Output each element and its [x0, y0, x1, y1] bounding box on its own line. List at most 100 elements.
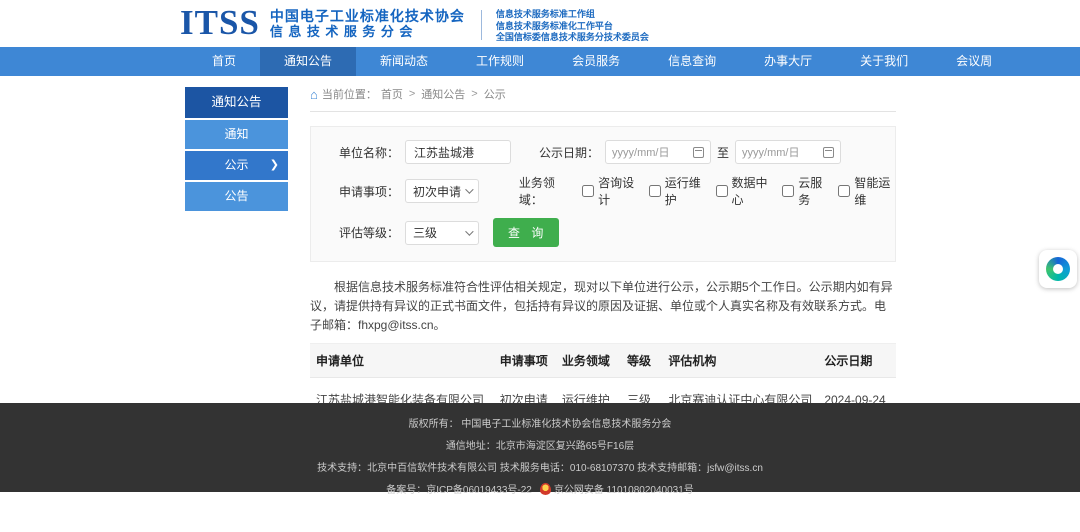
breadcrumb-notices[interactable]: 通知公告: [421, 86, 465, 102]
sidebar-item-publicity-label: 公示: [224, 158, 248, 172]
home-icon: ⌂: [310, 89, 318, 100]
breadcrumb-separator: >: [409, 88, 415, 100]
search-form: 单位名称： 江苏盐城港 公示日期： yyyy/mm/日 至 yyyy/mm/日: [310, 126, 896, 262]
chevron-down-icon: [465, 185, 473, 193]
header-subtitle-1: 信息技术服务标准工作组: [496, 9, 649, 21]
form-row-2: 申请事项： 初次申请 业务领域： 咨询设计 运行维护 数据中心 云服务 智能运维: [339, 174, 895, 208]
footer-support: 技术支持：北京中百信软件技术有限公司 技术服务电话：010-68107370 技…: [0, 458, 1080, 480]
col-header-assessor: 评估机构: [662, 344, 818, 378]
sidebar-item-announcement[interactable]: 公告: [185, 182, 288, 211]
date-end-placeholder: yyyy/mm/日: [742, 144, 799, 160]
date-start-placeholder: yyyy/mm/日: [612, 144, 669, 160]
apply-type-select[interactable]: 初次申请: [405, 179, 479, 203]
breadcrumb-divider: [310, 111, 896, 112]
header-subtitle-3: 全国信标委信息技术服务分技术委员会: [496, 32, 649, 44]
date-range-group: 公示日期： yyyy/mm/日 至 yyyy/mm/日: [539, 140, 841, 164]
unit-name-input[interactable]: 江苏盐城港: [405, 140, 511, 164]
date-end-input[interactable]: yyyy/mm/日: [735, 140, 841, 164]
checkbox-icon[interactable]: [649, 185, 661, 197]
business-domain-group: 业务领域： 咨询设计 运行维护 数据中心 云服务 智能运维: [519, 174, 895, 208]
checkbox-icon[interactable]: [582, 185, 594, 197]
business-domain-label: 业务领域：: [519, 174, 572, 208]
col-header-domain: 业务领域: [556, 344, 621, 378]
checkbox-intelligent-operation[interactable]: 智能运维: [838, 174, 895, 208]
chevron-down-icon: [465, 227, 473, 235]
col-header-date: 公示日期: [818, 344, 896, 378]
breadcrumb-separator: >: [471, 88, 477, 100]
chevron-right-icon: ❯: [270, 151, 279, 180]
checkbox-consulting-design[interactable]: 咨询设计: [582, 174, 639, 208]
brand: ITSS 中国电子工业标准化技术协会 信息技术服务分会 信息技术服务标准工作组 …: [180, 3, 649, 44]
publicity-notice-text: 根据信息技术服务标准符合性评估相关规定，现对以下单位进行公示，公示期5个工作日。…: [310, 278, 896, 335]
calendar-icon[interactable]: [693, 147, 704, 158]
apply-type-value: 初次申请: [413, 183, 461, 200]
checkbox-label: 运行维护: [665, 174, 706, 208]
nav-item-news[interactable]: 新闻动态: [356, 47, 452, 76]
checkbox-icon[interactable]: [782, 185, 794, 197]
breadcrumb: ⌂ 当前位置： 首页 > 通知公告 > 公示: [310, 86, 896, 102]
nav-item-notices[interactable]: 通知公告: [260, 47, 356, 76]
itss-logo: ITSS: [180, 3, 260, 43]
breadcrumb-home[interactable]: 首页: [381, 86, 403, 102]
sidebar-header-notices: 通知公告: [185, 87, 288, 118]
apply-type-group: 申请事项： 初次申请: [339, 179, 519, 203]
nav-item-info-query[interactable]: 信息查询: [644, 47, 740, 76]
unit-name-label: 单位名称：: [339, 144, 399, 161]
site-footer: 版权所有： 中国电子工业标准化技术协会信息技术服务分会 通信地址：北京市海淀区复…: [0, 403, 1080, 492]
checkbox-label: 咨询设计: [598, 174, 639, 208]
col-header-applicant: 申请单位: [310, 344, 494, 378]
site-header: ITSS 中国电子工业标准化技术协会 信息技术服务分会 信息技术服务标准工作组 …: [0, 0, 1080, 47]
level-select[interactable]: 三级: [405, 221, 479, 245]
breadcrumb-publicity[interactable]: 公示: [484, 86, 506, 102]
police-badge-icon: [540, 483, 551, 495]
footer-record: 备案号：京ICP备06019433号-22 京公网安备 1101080204003…: [0, 480, 1080, 502]
org-name-line2: 信息技术服务分会: [270, 24, 465, 40]
level-value: 三级: [413, 224, 437, 241]
header-divider: [481, 10, 482, 40]
sidebar: 通知公告 通知 公示 ❯ 公告: [185, 87, 288, 211]
date-start-input[interactable]: yyyy/mm/日: [605, 140, 711, 164]
footer-copyright: 版权所有： 中国电子工业标准化技术协会信息技术服务分会: [0, 414, 1080, 436]
calendar-icon[interactable]: [823, 147, 834, 158]
level-group: 评估等级： 三级 查 询: [339, 218, 559, 247]
nav-item-home[interactable]: 首页: [188, 47, 260, 76]
col-header-apply-type: 申请事项: [494, 344, 556, 378]
form-row-3: 评估等级： 三级 查 询: [339, 218, 895, 247]
checkbox-label: 智能运维: [854, 174, 895, 208]
checkbox-operation-maintenance[interactable]: 运行维护: [649, 174, 706, 208]
swirl-logo-icon: [1046, 257, 1070, 281]
col-header-level: 等级: [621, 344, 662, 378]
checkbox-icon[interactable]: [838, 185, 850, 197]
unit-name-group: 单位名称： 江苏盐城港: [339, 140, 539, 164]
search-button[interactable]: 查 询: [493, 218, 559, 247]
date-label: 公示日期：: [539, 144, 599, 161]
sidebar-item-publicity[interactable]: 公示 ❯: [185, 151, 288, 180]
level-label: 评估等级：: [339, 224, 399, 241]
sidebar-item-notice[interactable]: 通知: [185, 120, 288, 149]
checkbox-label: 云服务: [798, 174, 828, 208]
footer-police[interactable]: 京公网安备 11010802040031号: [554, 485, 694, 496]
checkbox-cloud-service[interactable]: 云服务: [782, 174, 828, 208]
form-row-1: 单位名称： 江苏盐城港 公示日期： yyyy/mm/日 至 yyyy/mm/日: [339, 140, 895, 164]
org-name: 中国电子工业标准化技术协会 信息技术服务分会: [270, 3, 465, 40]
checkbox-icon[interactable]: [716, 185, 728, 197]
nav-item-about[interactable]: 关于我们: [836, 47, 932, 76]
footer-icp: 备案号：京ICP备06019433号-22: [386, 485, 532, 496]
breadcrumb-prefix: 当前位置：: [322, 86, 377, 102]
main-area: 通知公告 通知 公示 ❯ 公告 ⌂ 当前位置： 首页 > 通知公告 > 公示 单…: [0, 76, 1080, 403]
org-name-line1: 中国电子工业标准化技术协会: [270, 8, 465, 24]
header-subtitles: 信息技术服务标准工作组 信息技术服务标准化工作平台 全国信标委信息技术服务分技术…: [496, 3, 649, 44]
apply-type-label: 申请事项：: [339, 183, 399, 200]
nav-item-service-hall[interactable]: 办事大厅: [740, 47, 836, 76]
floating-extension-button[interactable]: [1039, 250, 1077, 288]
checkbox-data-center[interactable]: 数据中心: [716, 174, 773, 208]
nav-item-members[interactable]: 会员服务: [548, 47, 644, 76]
checkbox-label: 数据中心: [732, 174, 773, 208]
main-nav: 首页 通知公告 新闻动态 工作规则 会员服务 信息查询 办事大厅 关于我们 会议…: [0, 47, 1080, 76]
table-header-row: 申请单位 申请事项 业务领域 等级 评估机构 公示日期: [310, 344, 896, 378]
footer-address: 通信地址：北京市海淀区复兴路65号F16层: [0, 436, 1080, 458]
nav-item-conference[interactable]: 会议周: [932, 47, 1016, 76]
header-subtitle-2: 信息技术服务标准化工作平台: [496, 21, 649, 33]
nav-item-rules[interactable]: 工作规则: [452, 47, 548, 76]
date-to-label: 至: [717, 144, 729, 161]
